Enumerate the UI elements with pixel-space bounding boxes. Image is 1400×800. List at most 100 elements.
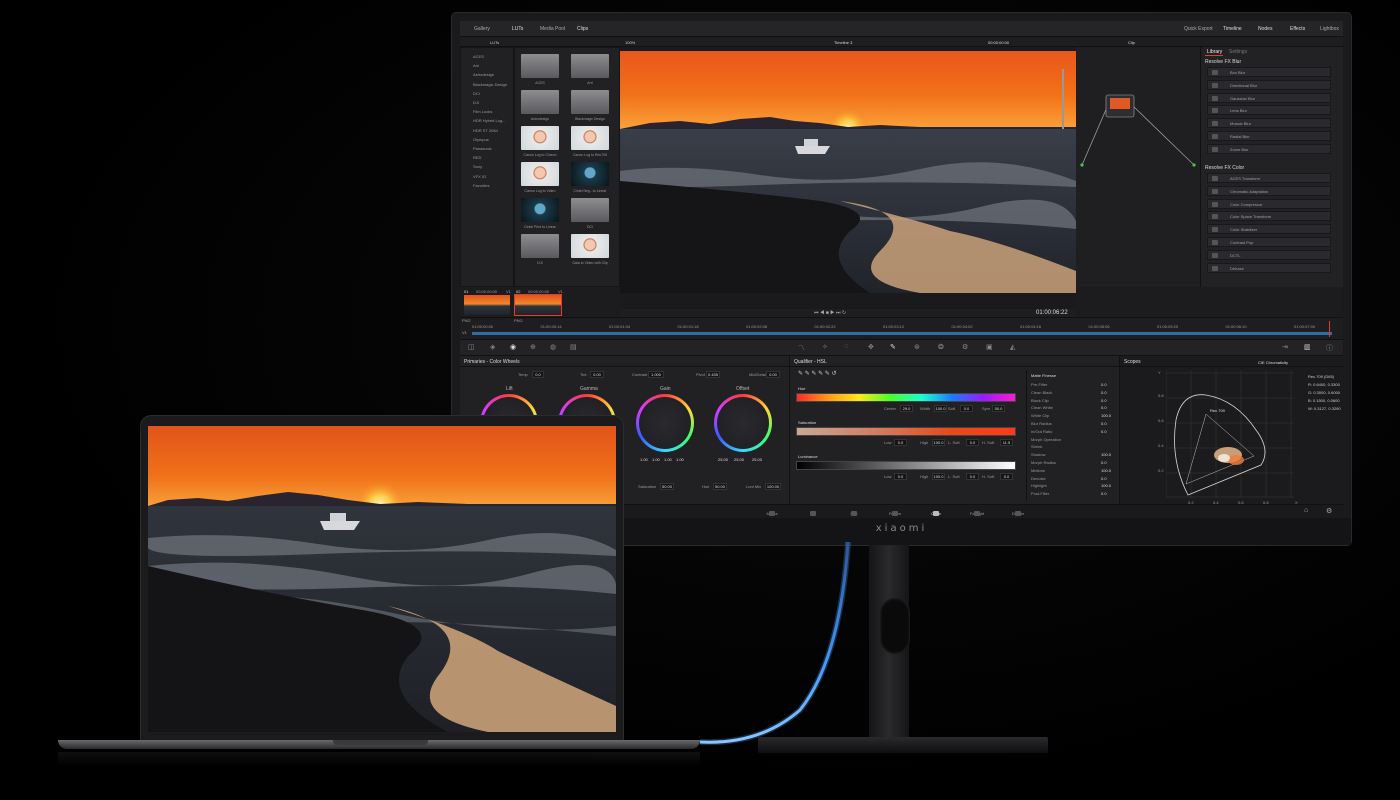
lut-tree-item[interactable]: HDR Hybrid Log... xyxy=(473,118,505,123)
matte-row-value[interactable]: 0.0 xyxy=(1101,382,1107,387)
fx-item[interactable]: Zoom Blur xyxy=(1207,143,1331,154)
lut-tree-item[interactable]: Olympus xyxy=(473,137,489,142)
fx-item[interactable]: Mosaic Blur xyxy=(1207,118,1331,129)
lut-tree-item[interactable]: Favorites xyxy=(473,183,489,188)
hue-qual-bar[interactable] xyxy=(796,393,1016,402)
gain-g[interactable]: 1.00 xyxy=(664,457,672,462)
track-bar[interactable] xyxy=(472,332,1332,335)
offset-b[interactable]: 25.00 xyxy=(752,457,762,462)
fx-item[interactable]: Contrast Pop xyxy=(1207,237,1331,247)
fx-item[interactable]: Chromatic Adaptation xyxy=(1207,185,1331,196)
page-tab-fairlight[interactable]: Fairlight xyxy=(957,511,997,516)
middetail-value[interactable]: 0.00 xyxy=(766,371,780,378)
node-graph-canvas[interactable] xyxy=(1076,47,1200,287)
timeline-name[interactable]: Timeline 3 xyxy=(834,40,852,45)
3d-icon[interactable]: ◭ xyxy=(1010,343,1015,351)
tab-luts[interactable]: LUTs xyxy=(512,26,523,32)
lut-thumbnail[interactable] xyxy=(571,90,609,114)
matte-row-value[interactable]: 100.0 xyxy=(1101,413,1111,418)
lut-tree-item[interactable]: HDR ST 2084 xyxy=(473,128,498,133)
qualifier-param-value[interactable]: 100.0 xyxy=(932,439,945,446)
qualifier-param-value[interactable]: 11.5 xyxy=(1000,439,1013,446)
hue-value[interactable]: 50.00 xyxy=(713,483,727,490)
lut-thumbnail[interactable] xyxy=(521,234,559,258)
qualifier-param-value[interactable]: 50.0 xyxy=(992,405,1005,412)
pivot-value[interactable]: 0.435 xyxy=(706,371,720,378)
page-tab-color[interactable]: Color xyxy=(916,511,956,516)
tab-effects[interactable]: Effects xyxy=(1290,26,1305,32)
saturation-value[interactable]: 50.00 xyxy=(660,483,674,490)
lut-tree-item[interactable]: Sony xyxy=(473,164,482,169)
lut-thumbnail[interactable] xyxy=(571,126,609,150)
tab-media-pool[interactable]: Media Pool xyxy=(540,26,565,32)
sizing-icon[interactable]: ▣ xyxy=(986,343,993,351)
tab-gallery[interactable]: Gallery xyxy=(474,26,490,32)
lut-thumbnail[interactable] xyxy=(521,126,559,150)
fx-item[interactable]: Radial Blur xyxy=(1207,131,1331,141)
qualifier-param-value[interactable]: 0.0 xyxy=(966,439,979,446)
lum-qual-bar[interactable] xyxy=(796,461,1016,470)
fx-item[interactable]: Color Space Transform xyxy=(1207,211,1331,222)
gain-wheel[interactable] xyxy=(636,394,694,452)
lut-tree-item[interactable]: RED xyxy=(473,155,481,160)
matte-row-value[interactable]: 0.0 xyxy=(1101,476,1107,481)
key-icon[interactable]: ⚙ xyxy=(962,343,968,351)
matte-row-value[interactable]: 0.0 xyxy=(1101,491,1107,496)
clip2-thumbnail[interactable] xyxy=(514,294,562,316)
contrast-value[interactable]: 1.000 xyxy=(648,371,664,378)
fx-item[interactable]: DCTL xyxy=(1207,249,1331,260)
lut-thumbnail[interactable] xyxy=(571,54,609,78)
fx-item[interactable]: Color Stabilizer xyxy=(1207,224,1331,235)
color-match-icon[interactable]: ◈ xyxy=(490,343,495,351)
lut-tree-item[interactable]: Astrodesign xyxy=(473,72,494,77)
tab-clips[interactable]: Clips xyxy=(577,26,588,32)
lut-tree-item[interactable]: Film Looks xyxy=(473,109,492,114)
offset-g[interactable]: 25.00 xyxy=(734,457,744,462)
warper-icon[interactable]: ✧ xyxy=(822,343,828,351)
settings-gear-icon[interactable]: ⚙ xyxy=(1326,507,1332,515)
matte-row-value[interactable]: 0.0 xyxy=(1101,460,1107,465)
matte-row-value[interactable]: 100.0 xyxy=(1101,483,1111,488)
tab-lightbox[interactable]: Lightbox xyxy=(1320,26,1339,32)
lut-tree-item[interactable]: ACES xyxy=(473,54,484,59)
offset-r[interactable]: 25.00 xyxy=(718,457,728,462)
hdr-icon[interactable]: ⊕ xyxy=(530,343,536,351)
tab-timeline[interactable]: Timeline xyxy=(1223,26,1242,32)
fx-item[interactable]: Dehaze xyxy=(1207,262,1331,273)
fx-item[interactable]: Lens Blur xyxy=(1207,105,1331,116)
page-tab-fusion[interactable]: Fusion xyxy=(875,511,915,516)
fx-item[interactable]: Box Blur xyxy=(1207,67,1331,77)
settings-tab[interactable]: Settings xyxy=(1229,49,1247,55)
offset-wheel[interactable] xyxy=(714,394,772,452)
matte-row-value[interactable]: 0.0 xyxy=(1101,398,1107,403)
qualifier-icon[interactable]: ✎ xyxy=(890,343,896,351)
lut-tree-item[interactable]: Arri xyxy=(473,63,479,68)
lut-thumbnail[interactable] xyxy=(571,198,609,222)
fx-item[interactable]: Color Compressor xyxy=(1207,198,1331,209)
matte-row-value[interactable]: 100.0 xyxy=(1101,452,1111,457)
lut-thumbnail[interactable] xyxy=(571,162,609,186)
lummix-value[interactable]: 100.00 xyxy=(765,483,781,490)
zoom-level[interactable]: 100% xyxy=(625,40,635,45)
matte-row-value[interactable]: 0.0 xyxy=(1101,421,1107,426)
cie-chromaticity-plot[interactable] xyxy=(1166,370,1294,498)
tracker-icon[interactable]: ✥ xyxy=(868,343,874,351)
qualifier-param-value[interactable]: 0.0 xyxy=(894,473,907,480)
camera-raw-icon[interactable]: ◫ xyxy=(468,343,475,351)
lut-tree-item[interactable]: DJI xyxy=(473,100,479,105)
gain-b[interactable]: 1.00 xyxy=(676,457,684,462)
lut-thumbnail[interactable] xyxy=(521,162,559,186)
curves-icon[interactable]: 〽 xyxy=(798,343,805,353)
lut-thumbnail[interactable] xyxy=(571,234,609,258)
matte-row-value[interactable]: 100.0 xyxy=(1101,468,1111,473)
scope-mode-dropdown[interactable]: CIE Chromaticity xyxy=(1258,360,1288,365)
qualifier-param-value[interactable]: 0.0 xyxy=(1000,473,1013,480)
motion-effects-icon[interactable]: ▤ xyxy=(570,343,577,351)
qualifier-param-value[interactable]: 29.0 xyxy=(900,405,913,412)
matte-row-value[interactable]: 0.0 xyxy=(1101,405,1107,410)
lut-thumbnail[interactable] xyxy=(521,198,559,222)
lut-tree-item[interactable]: Blackmagic Design xyxy=(473,82,507,87)
qualifier-param-value[interactable]: 100.0 xyxy=(932,473,945,480)
keyframes-icon[interactable]: ⇥ xyxy=(1282,343,1288,351)
page-tab-cut[interactable]: Cut xyxy=(793,511,833,516)
